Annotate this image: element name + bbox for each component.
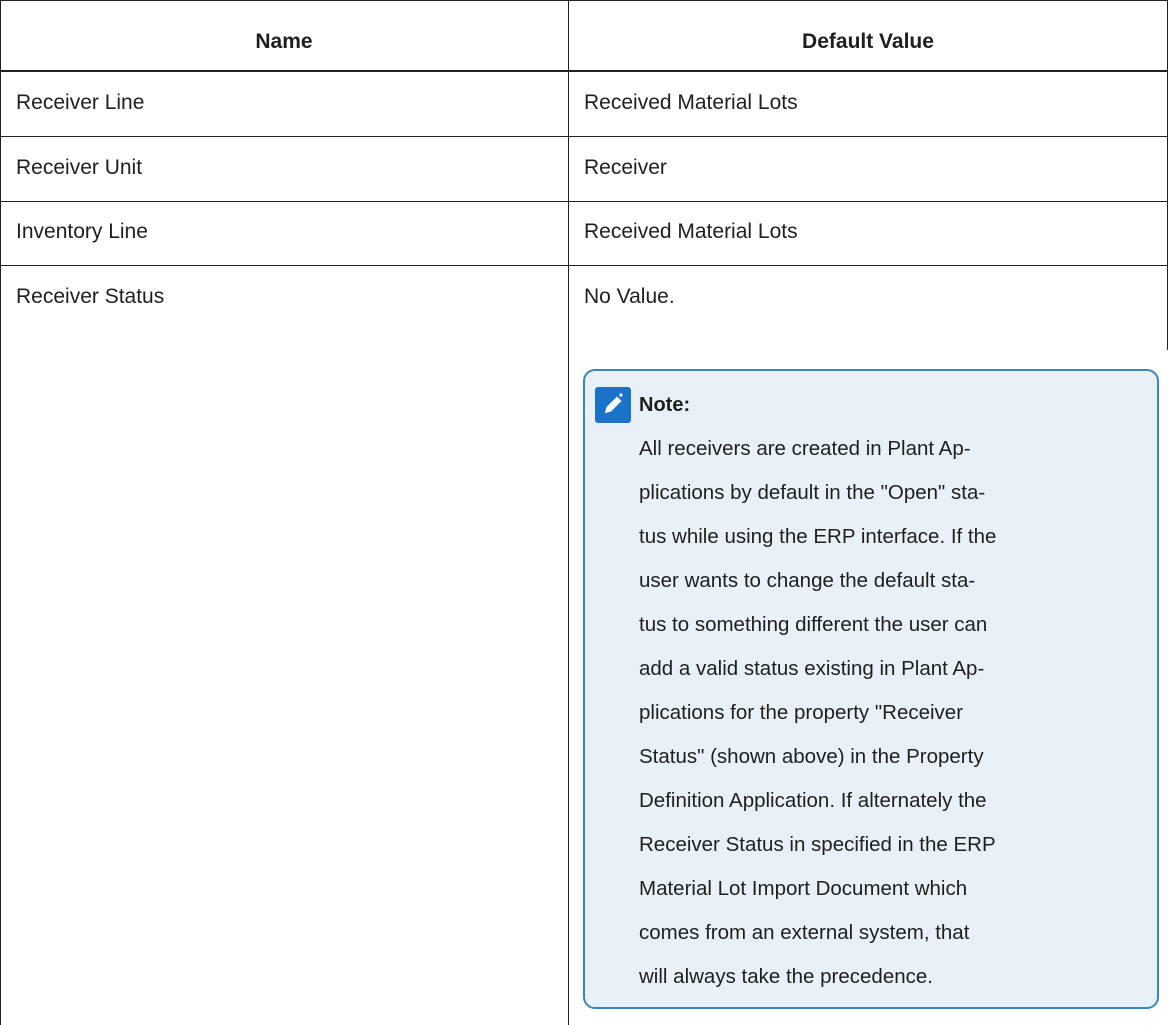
note-text-line: Definition Application. If alternately t… (639, 789, 987, 812)
row-value-receiver-unit: Receiver (584, 156, 667, 179)
row-divider (0, 136, 1168, 137)
note-text-line: Material Lot Import Document which (639, 877, 968, 900)
row-name-receiver-status: Receiver Status (16, 285, 165, 308)
note-text-line: All receivers are created in Plant Ap- (639, 437, 971, 460)
note-text-line: comes from an external system, that (639, 921, 970, 944)
note-text-line: tus to something different the user can (639, 613, 988, 636)
row-name-inventory-line: Inventory Line (16, 220, 148, 243)
note-text-line: will always take the precedence. (639, 965, 933, 988)
row-name-receiver-line: Receiver Line (16, 91, 145, 114)
note-callout: Note: All receivers are created in Plant… (583, 369, 1159, 1009)
note-text-line: user wants to change the default sta- (639, 569, 976, 592)
header-divider (0, 70, 1168, 72)
note-text-line: add a valid status existing in Plant Ap- (639, 657, 985, 680)
note-title: Note: (639, 394, 691, 416)
note-text-line: tus while using the ERP interface. If th… (639, 525, 997, 548)
row-divider (0, 201, 1168, 202)
row-value-receiver-status: No Value. (584, 285, 675, 308)
note-text-line: Status" (shown above) in the Property (639, 745, 984, 768)
column-divider (568, 0, 569, 1025)
header-name: Name (255, 30, 313, 53)
header-default-value: Default Value (802, 30, 934, 53)
table-border-left (0, 0, 1, 1025)
property-table: Name Default Value Receiver Line Receive… (0, 0, 1168, 1025)
row-value-inventory-line: Received Material Lots (584, 220, 798, 243)
note-text-line: Receiver Status in specified in the ERP (639, 833, 996, 856)
note-text-line: plications by default in the "Open" sta- (639, 481, 986, 504)
pencil-icon (595, 387, 631, 423)
row-value-receiver-line: Received Material Lots (584, 91, 798, 114)
table-border-top (0, 0, 1168, 1)
note-text-line: plications for the property "Receiver (639, 701, 964, 724)
row-name-receiver-unit: Receiver Unit (16, 156, 143, 179)
row-divider (0, 265, 1168, 266)
